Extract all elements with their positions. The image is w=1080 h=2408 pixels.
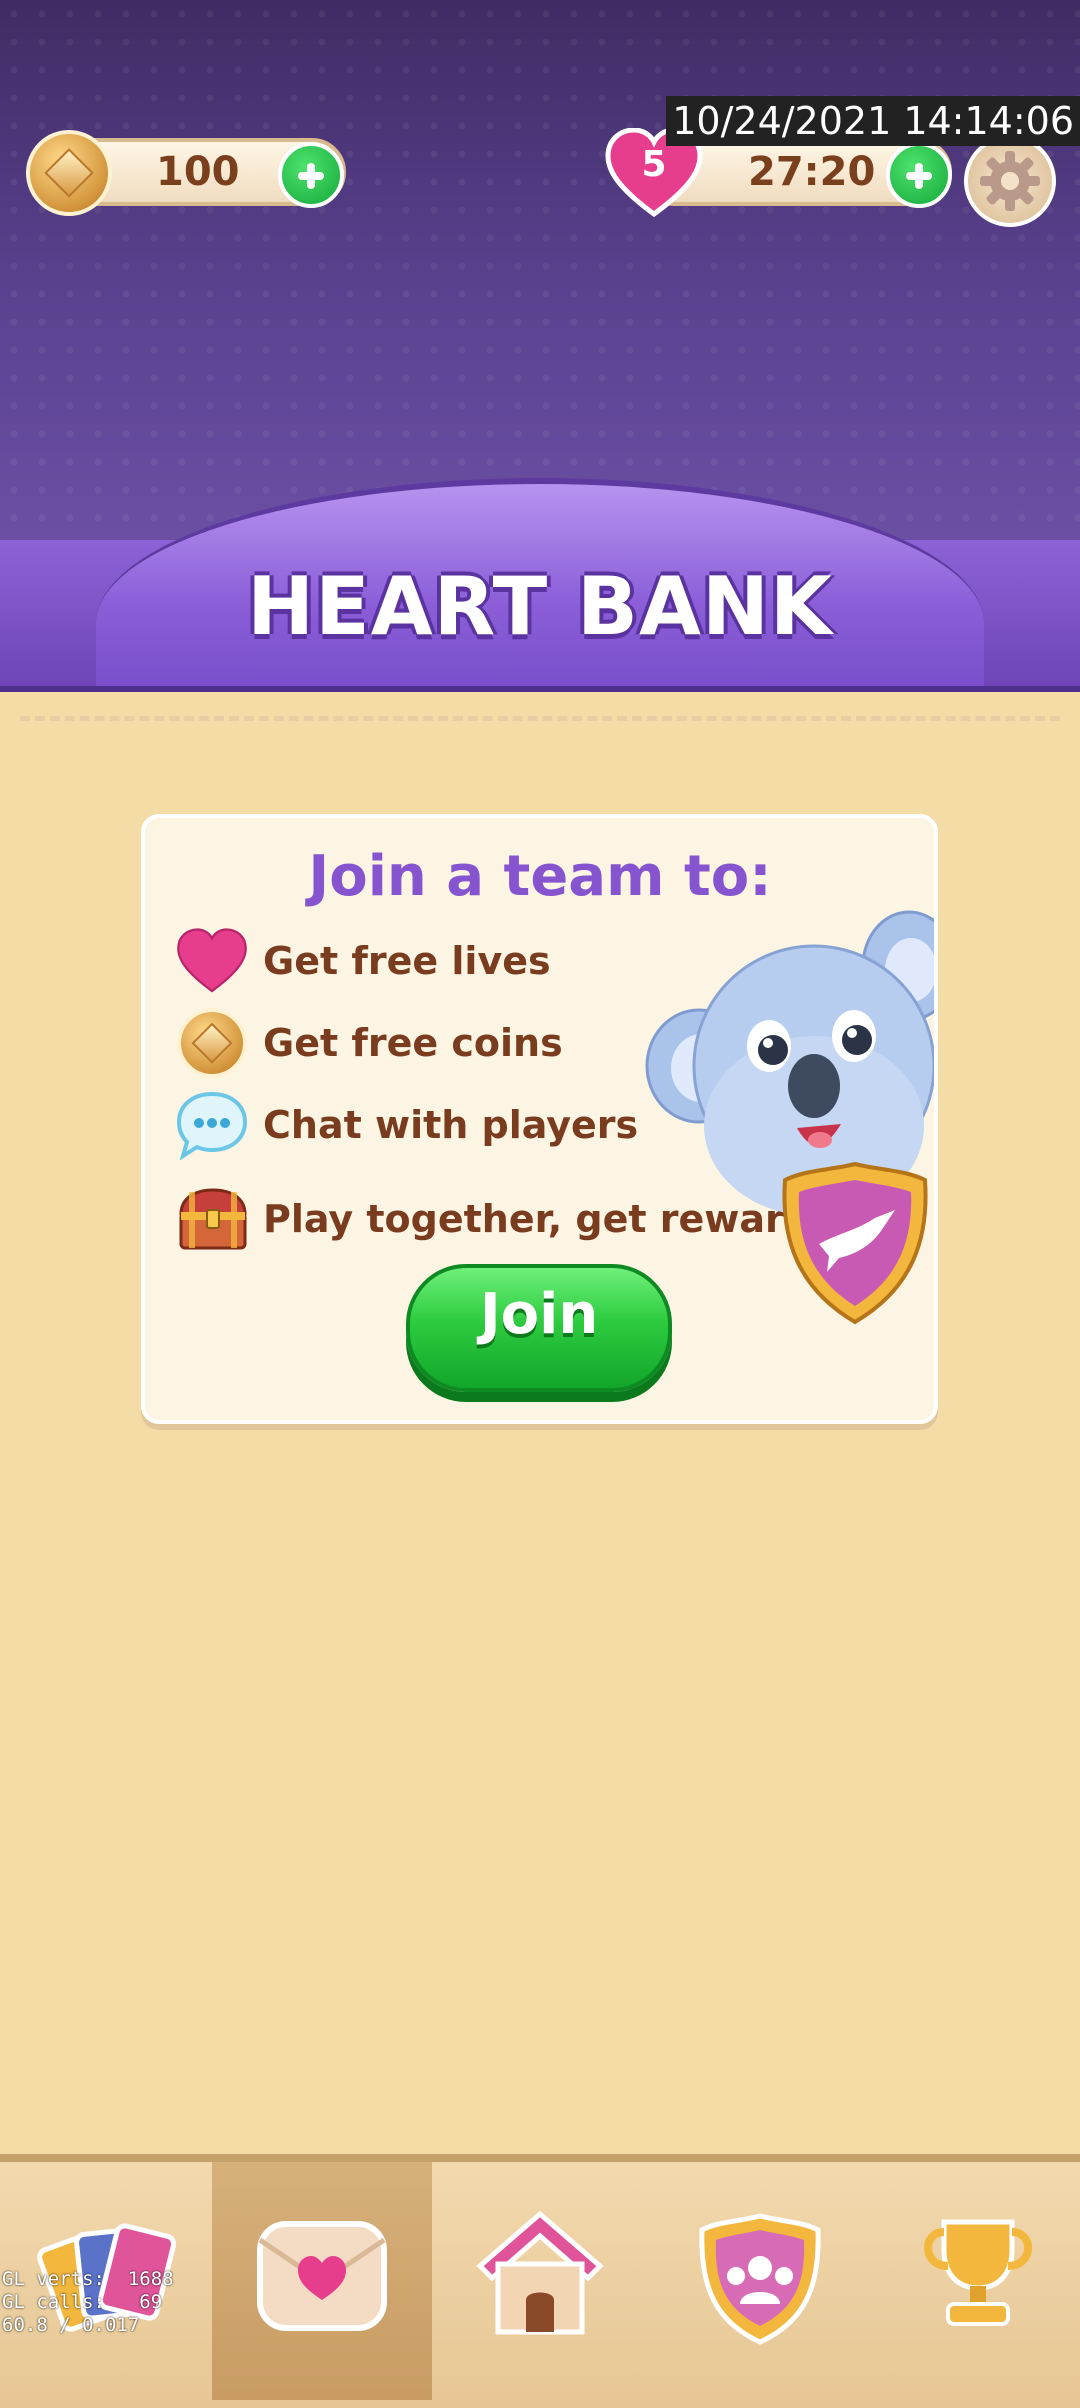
lives-count: 5 — [641, 144, 667, 185]
debug-line: GL verts: 1688 — [2, 2268, 174, 2290]
benefit-label: Get free lives — [263, 939, 551, 983]
header-background — [0, 0, 1080, 540]
coins-value: 100 — [156, 149, 240, 195]
timestamp-overlay: 10/24/2021 14:14:06 — [666, 96, 1080, 146]
nav-item-team[interactable] — [690, 2200, 830, 2350]
debug-line: GL calls: 69 — [2, 2291, 163, 2313]
page-title: HEART BANK — [247, 560, 833, 653]
debug-line: 60.8 / 0.017 — [2, 2314, 140, 2336]
nav-item-leaderboard[interactable] — [908, 2200, 1048, 2350]
add-coins-button[interactable] — [278, 142, 344, 208]
coin-icon — [177, 1008, 247, 1078]
lives-timer: 27:20 — [748, 149, 876, 195]
team-badge-icon — [782, 1161, 928, 1325]
gear-icon — [980, 151, 1040, 211]
debug-overlay: GL verts: 1688 GL calls: 69 60.8 / 0.017 — [2, 2268, 174, 2337]
trophy-icon — [924, 2219, 1032, 2326]
house-icon — [476, 2210, 604, 2335]
benefit-label: Chat with players — [263, 1103, 639, 1147]
chat-bubble-icon — [176, 1091, 248, 1160]
team-icon — [699, 2213, 821, 2345]
stitch-divider — [20, 716, 1060, 721]
benefit-label: Get free coins — [263, 1021, 563, 1065]
nav-item-heart-bank[interactable] — [252, 2200, 392, 2350]
add-lives-button[interactable] — [886, 142, 952, 208]
heart-envelope-icon — [257, 2221, 387, 2331]
settings-button[interactable] — [964, 135, 1056, 227]
nav-item-home[interactable] — [470, 2200, 610, 2350]
coin-icon — [26, 130, 112, 216]
treasure-chest-icon — [179, 1188, 247, 1250]
heart-icon — [177, 928, 247, 993]
join-button-label: Join — [479, 1282, 599, 1347]
